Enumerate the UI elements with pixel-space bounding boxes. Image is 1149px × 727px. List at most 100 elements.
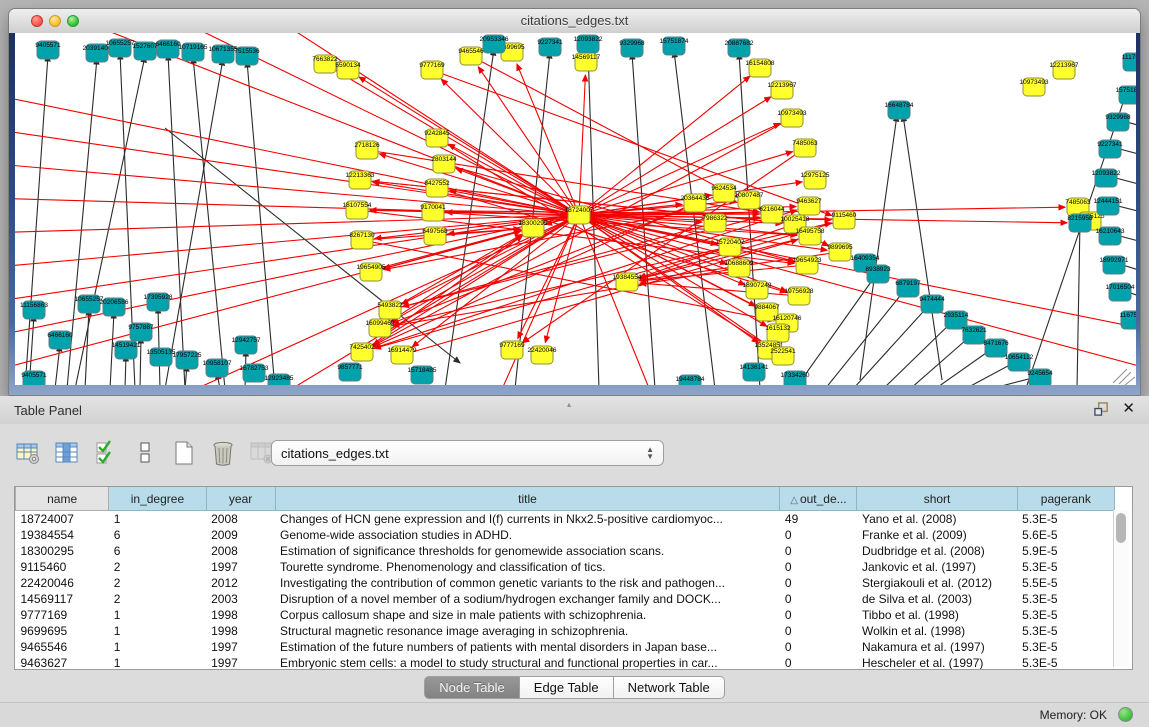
table-cell[interactable]: 1997 [206, 639, 275, 655]
table-cell[interactable]: 1 [109, 655, 206, 670]
table-row[interactable]: 1830029562008Estimation of significance … [16, 543, 1115, 559]
graph-node[interactable]: 14136141 [740, 363, 769, 381]
table-cell[interactable]: Tibbo et al. (1998) [857, 607, 1017, 623]
table-row[interactable]: 2242004622012Investigating the contribut… [16, 575, 1115, 591]
graph-node[interactable]: 18724007 [565, 206, 594, 224]
table-cell[interactable]: 9463627 [16, 655, 109, 670]
close-panel-icon[interactable]: ✕ [1122, 400, 1135, 418]
table-cell[interactable]: 0 [780, 559, 857, 575]
table-cell[interactable]: 2009 [206, 527, 275, 543]
column-header-pagerank[interactable]: pagerank [1017, 487, 1114, 511]
graph-node[interactable]: 13505135 [147, 348, 176, 366]
row-height-icon[interactable] [131, 439, 159, 467]
table-cell[interactable]: Franke et al. (2009) [857, 527, 1017, 543]
table-cell[interactable]: Stergiakouli et al. (2012) [857, 575, 1017, 591]
table-cell[interactable]: 1998 [206, 623, 275, 639]
table-cell[interactable]: 5.3E-5 [1017, 639, 1114, 655]
graph-node[interactable]: 16648784 [885, 101, 914, 119]
column-header-short[interactable]: short [857, 487, 1017, 511]
graph-node[interactable]: 12923485 [265, 374, 294, 385]
table-cell[interactable]: 49 [780, 511, 857, 528]
graph-node[interactable]: 12942757 [232, 336, 261, 354]
graph-node[interactable]: 6497568 [422, 227, 448, 245]
graph-node[interactable]: 16914479 [388, 346, 417, 364]
graph-node[interactable]: 9405571 [35, 41, 61, 59]
table-cell[interactable]: Hescheler et al. (1997) [857, 655, 1017, 670]
graph-node[interactable]: 2718126 [354, 141, 380, 159]
graph-node[interactable]: 9777169 [419, 61, 445, 79]
split-divider-grip[interactable]: ▴ [567, 400, 572, 409]
table-cell[interactable]: Tourette syndrome. Phenomenology and cla… [275, 559, 780, 575]
table-cell[interactable]: 5.9E-5 [1017, 543, 1114, 559]
table-cell[interactable]: 0 [780, 655, 857, 670]
table-cell[interactable]: Dudbridge et al. (2008) [857, 543, 1017, 559]
graph-node[interactable]: 6879197 [895, 279, 921, 297]
column-header-title[interactable]: title [275, 487, 780, 511]
table-cell[interactable]: 2012 [206, 575, 275, 591]
graph-node[interactable]: 9465546 [458, 47, 484, 65]
table-cell[interactable]: Embryonic stem cells: a model to study s… [275, 655, 780, 670]
table-cell[interactable]: 1 [109, 607, 206, 623]
graph-node[interactable]: 1117531 [1122, 53, 1136, 71]
table-cell[interactable]: Structural magnetic resonance image aver… [275, 623, 780, 639]
graph-node[interactable]: 19448784 [676, 375, 705, 385]
graph-node[interactable]: 12093822 [1092, 169, 1121, 187]
graph-node[interactable]: 16495758 [796, 227, 825, 245]
table-cell[interactable]: Yano et al. (2008) [857, 511, 1017, 528]
graph-node[interactable]: 9474444 [919, 295, 945, 313]
tab-edge-table[interactable]: Edge Table [520, 676, 614, 699]
graph-node[interactable]: 9245654 [1027, 369, 1053, 385]
table-cell[interactable]: 14569117 [16, 591, 109, 607]
table-cell[interactable]: 1 [109, 623, 206, 639]
graph-node[interactable]: 17016504 [1106, 283, 1135, 301]
table-cell[interactable]: Nakamura et al. (1997) [857, 639, 1017, 655]
table-cell[interactable]: 1997 [206, 559, 275, 575]
graph-node[interactable]: 8938923 [865, 265, 891, 283]
graph-node[interactable]: 20206586 [100, 298, 129, 316]
graph-node[interactable]: 5590134 [335, 61, 361, 79]
table-cell[interactable]: 9465546 [16, 639, 109, 655]
graph-node[interactable]: 10654112 [1005, 353, 1034, 371]
table-cell[interactable]: 0 [780, 527, 857, 543]
table-row[interactable]: 977716911998Corpus callosum shape and si… [16, 607, 1115, 623]
graph-node[interactable]: 11156863 [20, 301, 48, 319]
table-cell[interactable]: 2 [109, 591, 206, 607]
graph-node[interactable]: 19654923 [793, 256, 822, 274]
graph-node[interactable]: 19756928 [785, 287, 814, 305]
graph-node[interactable]: 2803144 [431, 155, 457, 173]
table-selector-combobox[interactable]: citations_edges.txt ▲▼ [271, 440, 664, 466]
table-cell[interactable]: 0 [780, 591, 857, 607]
graph-node[interactable]: 9624534 [711, 184, 737, 202]
graph-node[interactable]: 18907249 [743, 281, 772, 299]
graph-node[interactable]: 15718485 [408, 366, 437, 384]
graph-node[interactable]: 18992971 [1100, 256, 1129, 274]
table-cell[interactable]: 1 [109, 511, 206, 528]
new-document-icon[interactable] [170, 439, 198, 467]
table-cell[interactable]: 0 [780, 623, 857, 639]
table-row[interactable]: 1938455462009Genome-wide association stu… [16, 527, 1115, 543]
graph-node[interactable]: 18107554 [343, 201, 372, 219]
graph-node[interactable]: 1527607 [132, 42, 158, 60]
graph-node[interactable]: 10719165 [179, 43, 208, 61]
table-cell[interactable]: Jankovic et al. (1997) [857, 559, 1017, 575]
graph-node[interactable]: 9170041 [420, 203, 446, 221]
column-header-out_de[interactable]: △out_de... [780, 487, 857, 511]
graph-node[interactable]: 7425402 [349, 343, 375, 361]
graph-node[interactable]: 6466160 [155, 40, 181, 58]
graph-node[interactable]: 9329968 [1105, 113, 1131, 131]
table-cell[interactable]: 0 [780, 575, 857, 591]
graph-node[interactable]: 20953346 [480, 35, 509, 53]
table-cell[interactable]: 9115460 [16, 559, 109, 575]
graph-node[interactable]: 10655257 [106, 39, 135, 57]
table-cell[interactable]: Wolkin et al. (1998) [857, 623, 1017, 639]
table-cell[interactable]: 5.3E-5 [1017, 559, 1114, 575]
graph-node[interactable]: 10958107 [203, 359, 232, 377]
table-cell[interactable]: 2008 [206, 511, 275, 528]
graph-node[interactable]: 1167531 [1120, 311, 1136, 329]
column-visibility-icon[interactable] [53, 439, 81, 467]
graph-node[interactable]: 9242845 [424, 129, 450, 147]
table-cell[interactable]: 0 [780, 639, 857, 655]
table-cell[interactable]: 5.3E-5 [1017, 655, 1114, 670]
table-cell[interactable]: 5.6E-5 [1017, 527, 1114, 543]
table-cell[interactable]: 1998 [206, 607, 275, 623]
